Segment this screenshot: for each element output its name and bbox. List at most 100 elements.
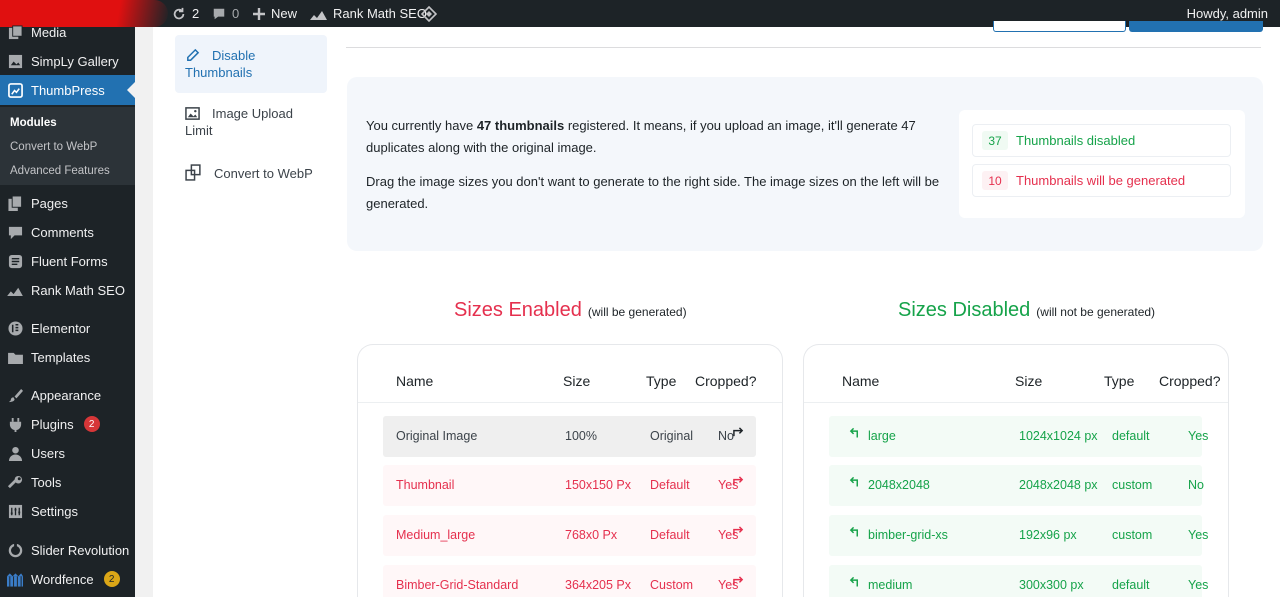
sidebar-item-comments[interactable]: Comments [0,219,135,245]
col-header-type: Type [1104,373,1135,389]
slider-icon [7,542,23,558]
gallery-icon [7,53,23,69]
sidebar-item-templates[interactable]: Templates [0,344,135,370]
sidebar-item-wordfence[interactable]: Wordfence 2 [0,566,135,592]
move-to-disabled-icon[interactable] [733,575,744,589]
move-to-disabled-icon[interactable] [733,426,744,440]
tab-image-upload-limit[interactable]: Image Upload Limit [175,105,327,139]
sidebar-item-users[interactable]: Users [0,440,135,466]
secondary-action-button[interactable] [993,21,1126,32]
diamond-link[interactable] [421,0,437,27]
plus-icon [253,7,265,20]
table-row[interactable]: Thumbnail 150x150 Px Default Yes [383,465,756,506]
col-header-type: Type [646,373,677,389]
submenu-convert-webp[interactable]: Convert to WebP [10,141,97,153]
thumbpress-icon [7,82,23,98]
refresh-icon [173,7,185,19]
stat-thumbnails-generated: 10 Thumbnails will be generated [972,164,1231,197]
rankmath-link[interactable]: Rank Math SEO [310,0,427,27]
info-paragraph-count: You currently have 47 thumbnails registe… [366,118,916,155]
diamond-icon [421,5,437,22]
sidebar-item-elementor[interactable]: Elementor [0,315,135,341]
sizes-disabled-heading: Sizes Disabled (will not be generated) [898,299,1156,321]
move-to-enabled-icon[interactable] [849,525,860,540]
thumbnail-info-box: You currently have 47 thumbnails registe… [347,77,1263,251]
primary-action-button[interactable] [1129,21,1263,32]
sizes-enabled-panel: Name Size Type Cropped? Original Image 1… [357,344,783,597]
plugin-icon [7,416,23,432]
sidebar-item-fluent-forms[interactable]: Fluent Forms [0,248,135,274]
settings-icon [7,503,23,519]
sidebar-item-thumbpress[interactable]: ThumbPress [0,75,135,105]
sidebar-item-rankmath[interactable]: Rank Math SEO [0,277,135,303]
stat-thumbnails-disabled: 37 Thumbnails disabled [972,124,1231,157]
folder-icon [7,349,23,365]
header-divider [346,47,1261,48]
sidebar-item-plugins[interactable]: Plugins 2 [0,411,135,437]
table-row[interactable]: medium 300x300 px default Yes [829,565,1208,597]
table-row[interactable]: 2048x2048 2048x2048 px custom No [829,465,1204,506]
col-header-name: Name [396,373,434,389]
sidebar-item-settings[interactable]: Settings [0,498,135,524]
admin-sidebar: Media SimpLy Gallery ThumbPress Modules … [0,25,135,597]
tab-convert-webp[interactable]: Convert to WebP [175,164,327,182]
convert-icon [185,164,201,181]
image-icon [185,107,200,120]
comments-link[interactable]: 0 [212,0,239,27]
new-label: New [271,6,298,21]
wrench-icon [7,474,23,490]
sidebar-item-slider-revolution[interactable]: Slider Revolution [0,537,135,563]
new-content-link[interactable]: New [253,0,297,27]
comments-icon [7,224,23,240]
col-header-name: Name [842,373,880,389]
comments-count: 0 [232,6,240,21]
table-row[interactable]: large 1024x1024 px default Yes [829,416,1208,457]
main-content: Disable Thumbnails Image Upload Limit Co… [153,21,1280,597]
sidebar-item-media[interactable]: Media [0,19,135,45]
rankmath-icon [7,282,23,298]
move-to-disabled-icon[interactable] [733,475,744,489]
wordfence-icon [7,571,23,587]
brush-icon [7,387,23,403]
table-header-divider [358,402,782,403]
info-paragraph-instructions: Drag the image sizes you don't want to g… [366,174,940,211]
thumbpress-submenu: Modules Convert to WebP Advanced Feature… [0,107,135,185]
updates-count: 2 [192,6,200,21]
table-row[interactable]: Bimber-Grid-Standard 364x205 Px Custom Y… [383,565,756,597]
pencil-icon [187,48,200,61]
table-row[interactable]: Medium_large 768x0 Px Default Yes [383,515,756,556]
submenu-advanced-features[interactable]: Advanced Features [10,165,110,177]
users-icon [7,445,23,461]
move-to-enabled-icon[interactable] [849,426,860,441]
col-header-cropped: Cropped? [1159,373,1221,389]
col-header-size: Size [1015,373,1043,389]
table-row[interactable]: Original Image 100% Original No [383,416,756,457]
sidebar-item-pages[interactable]: Pages [0,190,135,216]
submenu-modules[interactable]: Modules [10,117,57,129]
tab-disable-thumbnails[interactable]: Disable Thumbnails [175,35,327,93]
forms-icon [7,253,23,269]
move-to-enabled-icon[interactable] [849,475,860,490]
move-to-disabled-icon[interactable] [733,525,744,539]
table-header-divider [804,402,1228,403]
updates-link[interactable]: 2 [172,0,199,27]
move-to-enabled-icon[interactable] [849,575,860,590]
col-header-cropped: Cropped? [695,373,757,389]
plugins-update-badge: 2 [83,416,100,432]
sidebar-item-tools[interactable]: Tools [0,469,135,495]
pages-icon [7,195,23,211]
sizes-enabled-heading: Sizes Enabled (will be generated) [454,299,687,321]
thumbnail-stats-card: 37 Thumbnails disabled 10 Thumbnails wil… [959,110,1245,218]
wordfence-badge: 2 [103,571,120,587]
howdy-label: Howdy, admin [1186,6,1268,21]
table-row[interactable]: bimber-grid-xs 192x96 px custom Yes [829,515,1208,556]
comment-icon [213,8,225,19]
media-icon [7,24,23,40]
rankmath-icon [310,11,327,20]
sidebar-item-gallery[interactable]: SimpLy Gallery [0,48,135,74]
info-text: You currently have 47 thumbnails registe… [366,115,946,227]
elementor-icon [7,320,23,336]
sizes-disabled-panel: Name Size Type Cropped? large 1024x1024 … [803,344,1229,597]
rankmath-label: Rank Math SEO [333,6,427,21]
sidebar-item-appearance[interactable]: Appearance [0,382,135,408]
